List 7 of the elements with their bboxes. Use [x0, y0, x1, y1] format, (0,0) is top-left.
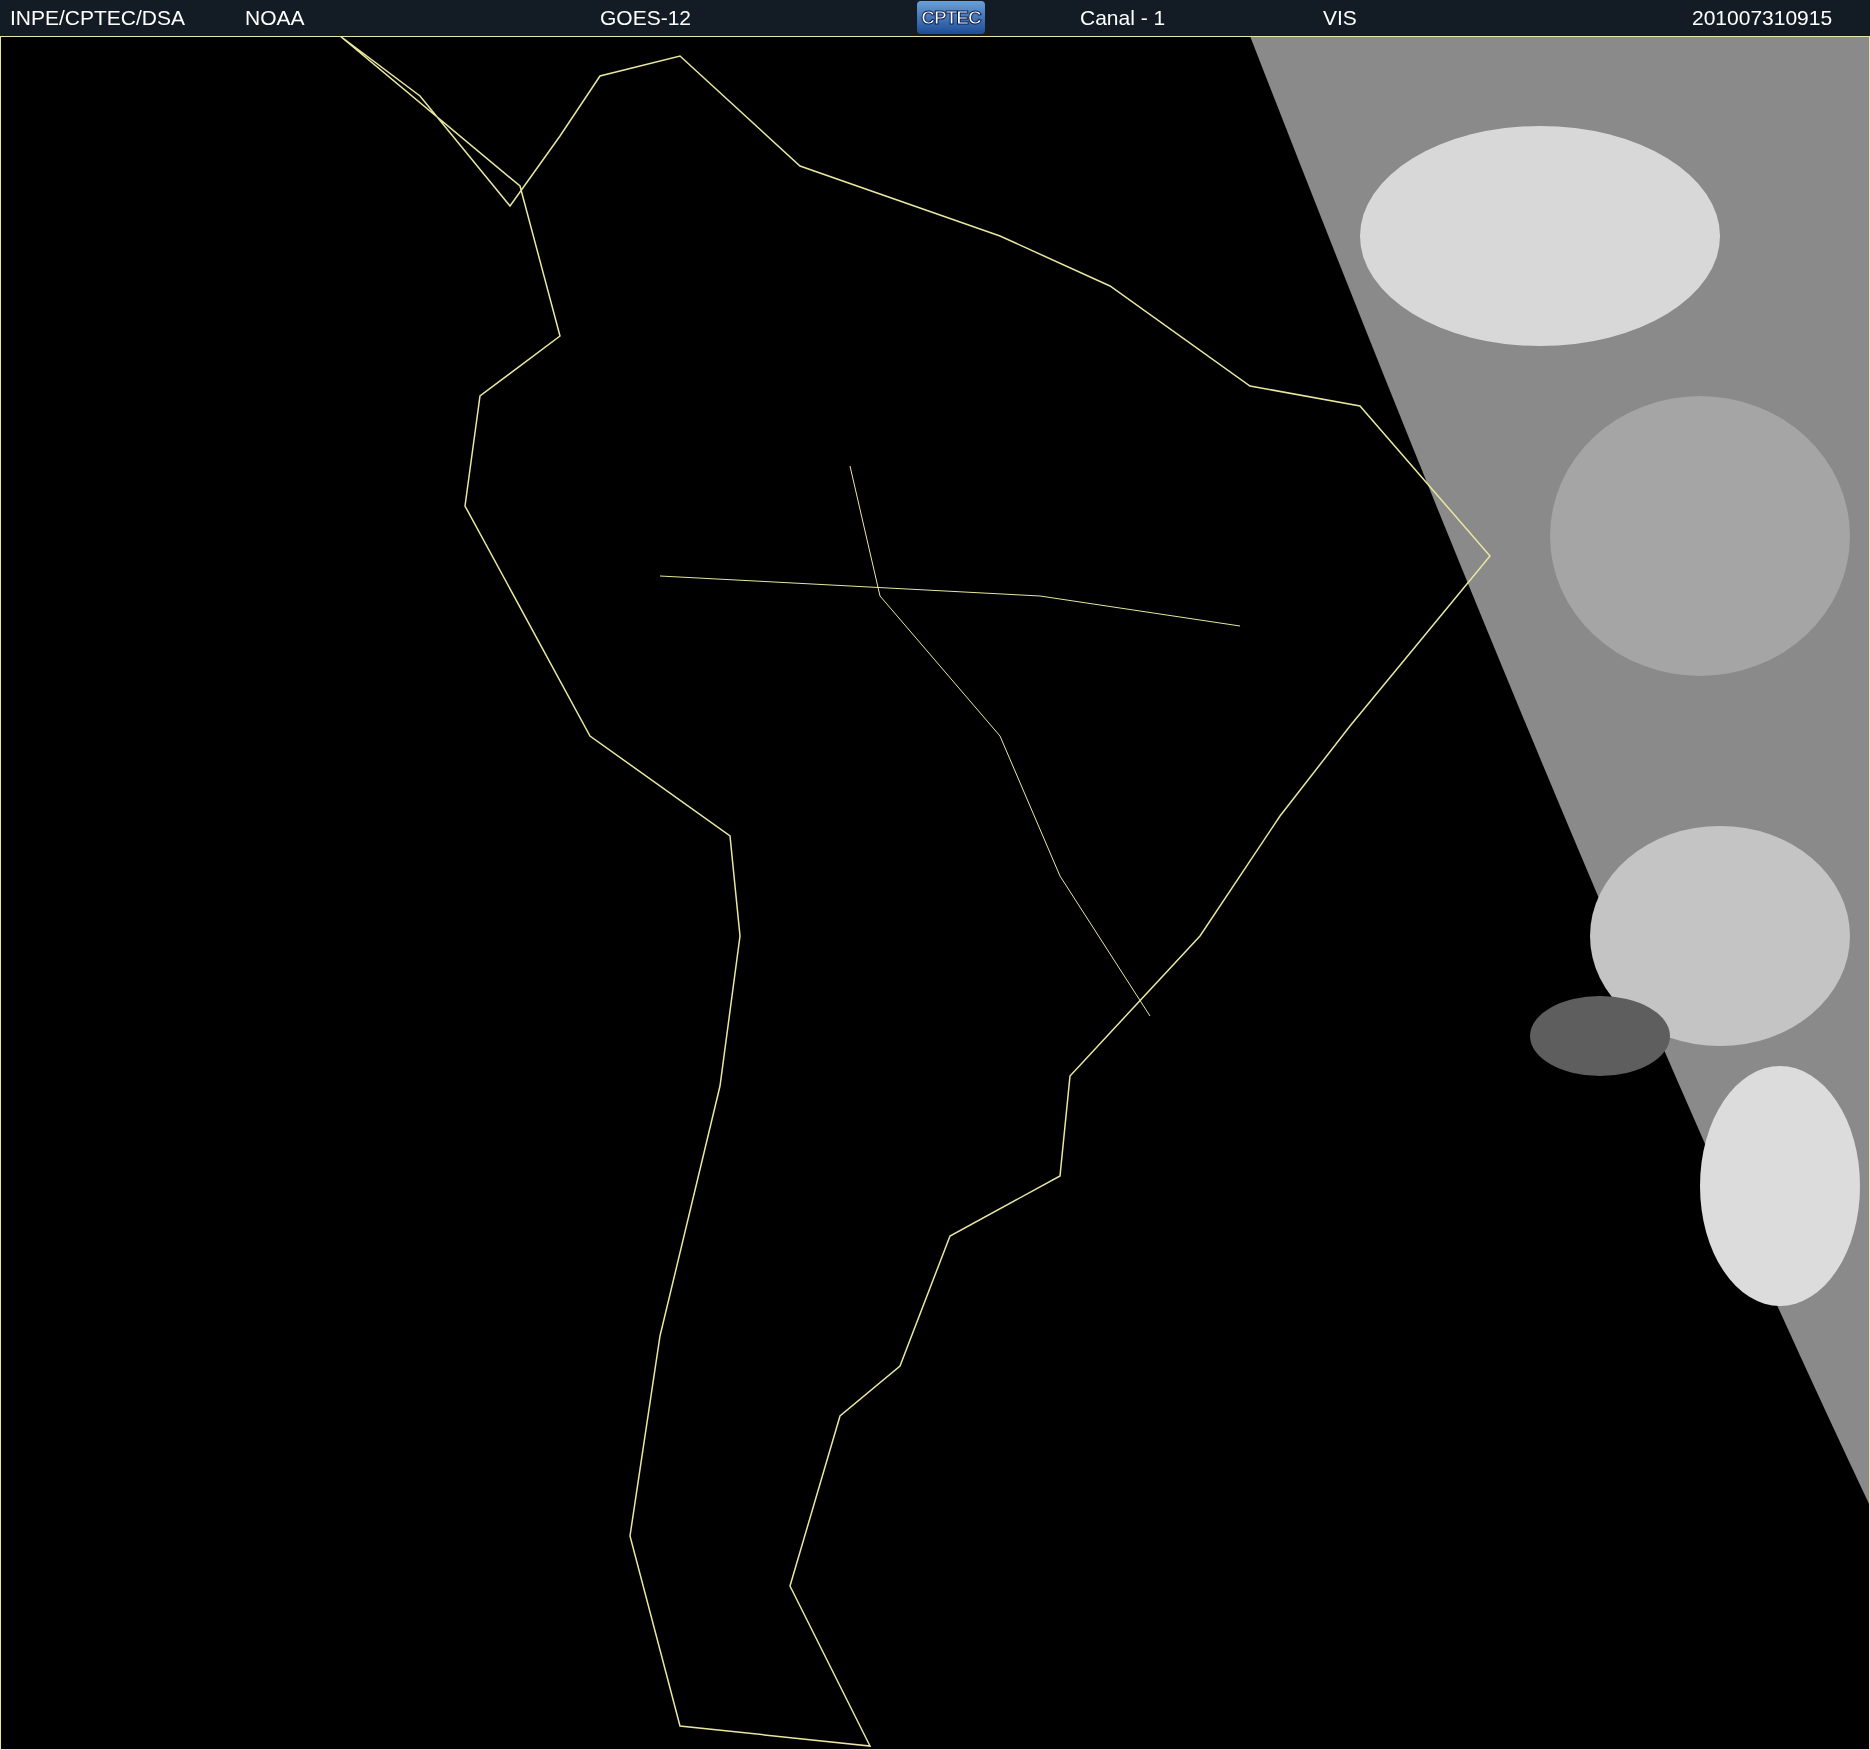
header-label: Canal - 1	[1080, 5, 1166, 31]
header-label: VIS	[1323, 5, 1357, 31]
header-label: 201007310915	[1692, 5, 1833, 31]
logo: CPTEC	[917, 1, 985, 34]
header-label: INPE/CPTEC/DSA	[10, 5, 186, 31]
header-label: GOES-12	[600, 5, 692, 31]
header-label: NOAA	[245, 5, 305, 31]
